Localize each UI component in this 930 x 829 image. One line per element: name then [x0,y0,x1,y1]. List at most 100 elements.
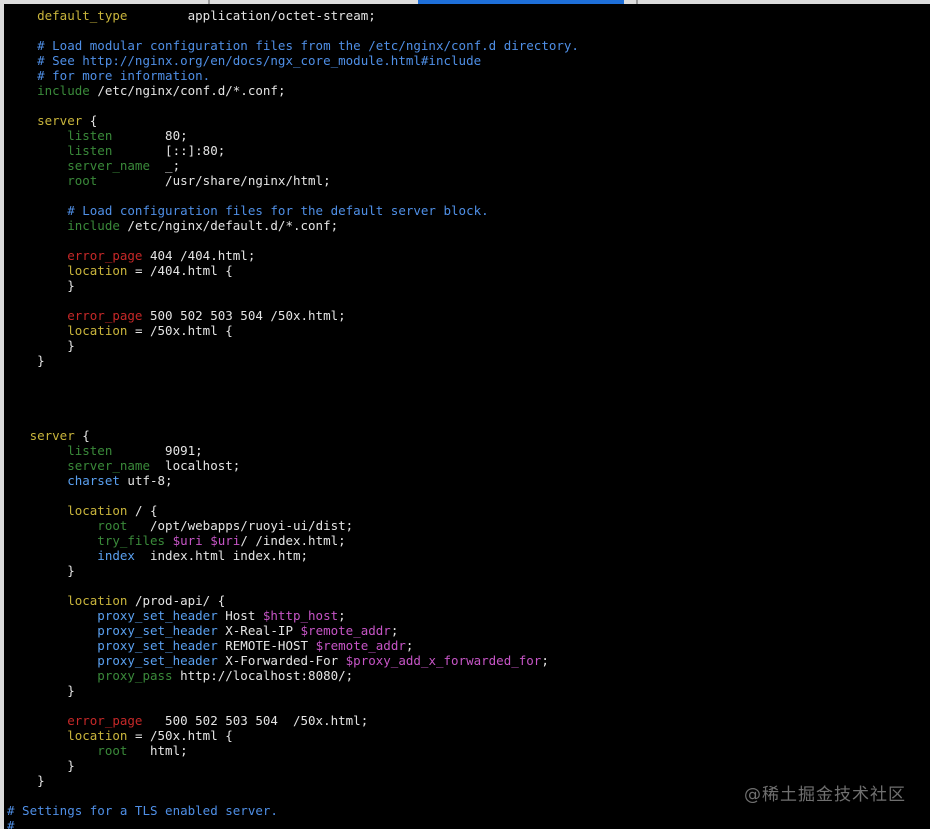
code-token: # Settings for a TLS enabled server. [7,803,278,818]
code-token: server [7,428,75,443]
code-line: index index.html index.htm; [7,548,579,563]
code-line: # Load configuration files for the defau… [7,203,579,218]
code-line: } [7,338,579,353]
code-token: server [7,113,83,128]
code-line: error_page 500 502 503 504 /50x.html; [7,308,579,323]
code-line: server_name localhost; [7,458,579,473]
code-token: location [7,728,128,743]
code-line: root /opt/webapps/ruoyi-ui/dist; [7,518,579,533]
code-line: location = /404.html { [7,263,579,278]
tab-divider-2 [636,0,638,4]
code-line: proxy_pass http://localhost:8080/; [7,668,579,683]
code-token: proxy_set_header [7,623,218,638]
code-token: error_page [7,713,143,728]
code-line: location /prod-api/ { [7,593,579,608]
code-token: charset [7,473,120,488]
tab-bar [0,0,930,4]
code-token: include [7,218,120,233]
code-token: location [7,263,128,278]
code-token: } [7,338,75,353]
tab-divider-1 [208,0,210,4]
code-token: /etc/nginx/default.d/*.conf; [119,218,339,233]
code-token: listen [7,128,113,143]
code-line: # See http://nginx.org/en/docs/ngx_core_… [7,53,579,68]
code-line: include /etc/nginx/conf.d/*.conf; [7,83,579,98]
code-token: / { [127,503,158,518]
code-token: listen [7,443,113,458]
code-token: error_page [7,248,143,263]
code-token: proxy_set_header [7,638,218,653]
code-token: listen [7,143,113,158]
code-line: listen 9091; [7,443,579,458]
code-line: include /etc/nginx/default.d/*.conf; [7,218,579,233]
code-token: /opt/webapps/ruoyi-ui/dist; [127,518,354,533]
code-token: Host [217,608,263,623]
code-token: proxy_set_header [7,653,218,668]
code-line: # for more information. [7,68,579,83]
code-line: error_page 404 /404.html; [7,248,579,263]
code-line: proxy_set_header Host $http_host; [7,608,579,623]
code-token: # Load configuration files for the defau… [7,203,489,218]
terminal-window[interactable]: default_type application/octet-stream; #… [0,0,930,829]
code-line: } [7,563,579,578]
code-token: index.html index.htm; [134,548,309,563]
code-line: # [7,818,579,829]
code-line: root /usr/share/nginx/html; [7,173,579,188]
code-token: root [7,743,128,758]
code-token: { [82,113,98,128]
code-line: default_type application/octet-stream; [7,8,579,23]
code-token: X-Real-IP [217,623,301,638]
code-token: utf-8; [119,473,173,488]
code-token: default_type [7,8,188,23]
code-token: # See http://nginx.org/en/docs/ngx_core_… [7,53,482,68]
active-tab[interactable] [418,0,624,4]
code-token: location [7,503,128,518]
code-line: root html; [7,743,579,758]
code-token: } [7,353,45,368]
code-token: proxy_set_header [7,608,218,623]
code-line: proxy_set_header X-Forwarded-For $proxy_… [7,653,579,668]
code-token: } [7,278,75,293]
code-token: 500 502 503 504 /50x.html; [142,308,346,323]
watermark: @稀土掘金技术社区 [744,785,906,805]
code-token: location [7,323,128,338]
code-token: ; [390,623,399,638]
code-token: server_name [7,158,150,173]
code-token: /usr/share/nginx/html; [97,173,331,188]
code-token: server_name [7,458,150,473]
code-line: } [7,773,579,788]
code-token: $http_host [262,608,339,623]
code-line: server_name _; [7,158,579,173]
code-line: error_page 500 502 503 504 /50x.html; [7,713,579,728]
code-token: 80; [112,128,188,143]
window-left-border [0,4,4,829]
code-line: listen 80; [7,128,579,143]
code-token: } [7,773,45,788]
code-token: 404 /404.html; [142,248,256,263]
code-token: html; [127,743,188,758]
code-token: try_files [7,533,166,548]
code-line: location = /50x.html { [7,323,579,338]
code-token: proxy_pass [7,668,173,683]
code-token: } [7,758,75,773]
code-token: X-Forwarded-For [217,653,346,668]
editor-text-area[interactable]: default_type application/octet-stream; #… [7,8,579,829]
code-token: $remote_addr [300,623,391,638]
code-token: root [7,173,98,188]
code-token: _; [150,158,181,173]
code-token: root [7,518,128,533]
code-line: proxy_set_header REMOTE-HOST $remote_add… [7,638,579,653]
code-line: try_files $uri $uri/ /index.html; [7,533,579,548]
code-token: ; [338,608,346,623]
code-token: include [7,83,90,98]
code-line: # Settings for a TLS enabled server. [7,803,579,818]
